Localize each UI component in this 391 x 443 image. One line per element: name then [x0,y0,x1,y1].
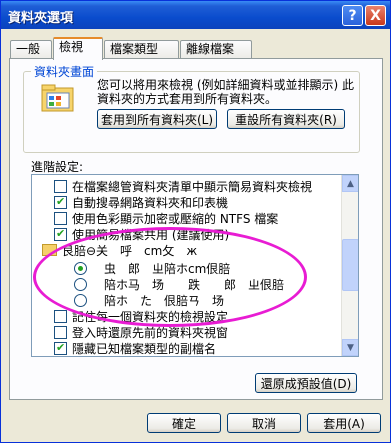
tab-general[interactable]: 一般 [10,40,52,59]
chevron-down-icon: ▼ [347,342,354,353]
folder-views-label: 資料夾畫面 [31,63,98,80]
folder-view-icon [41,84,74,112]
restore-defaults-button[interactable]: 還原成預設值(D) [255,373,357,393]
highlight-ellipse [33,227,307,327]
tab-file-types[interactable]: 檔案類型 [104,40,179,59]
title-bar[interactable]: 資料夾選項 ? X [1,1,390,29]
window-title: 資料夾選項 [8,11,74,26]
close-icon: X [370,7,381,24]
help-icon: ? [348,7,357,24]
checkbox[interactable] [54,340,67,356]
vertical-scrollbar[interactable]: ▲ ▼ [341,175,358,356]
checkbox[interactable] [54,310,67,323]
help-button[interactable]: ? [342,5,363,26]
checkbox[interactable] [54,326,67,339]
cancel-button[interactable]: 取消 [227,413,301,433]
close-button[interactable]: X [365,5,386,26]
scroll-down-button[interactable]: ▼ [342,339,358,356]
chevron-up-icon: ▲ [347,178,354,189]
advanced-settings-label: 進階設定: [31,160,84,174]
scroll-up-button[interactable]: ▲ [342,175,358,192]
scroll-thumb[interactable] [342,239,358,291]
checkbox[interactable] [54,226,67,242]
checkbox[interactable] [54,194,67,210]
folder-views-description: 您可以將用來檢視 (例如詳細資料或並排顯示) 此資料夾的方式套用到所有資料夾。 [97,78,354,106]
apply-to-all-folders-button[interactable]: 套用到所有資料夾(L) [97,109,217,129]
reset-all-folders-button[interactable]: 重設所有資料夾(R) [227,109,345,129]
ok-button[interactable]: 確定 [147,413,221,433]
checkbox[interactable] [54,180,67,193]
folder-options-window: 資料夾選項 ? X 一般 檢視 檔案類型 離線檔案 資料夾畫面 您可以將用來檢視… [0,0,391,443]
tab-offline-files[interactable]: 離線檔案 [180,40,252,59]
checkbox[interactable] [54,212,67,225]
tab-view[interactable]: 檢視 [53,37,103,60]
apply-button[interactable]: 套用(A) [307,413,381,433]
